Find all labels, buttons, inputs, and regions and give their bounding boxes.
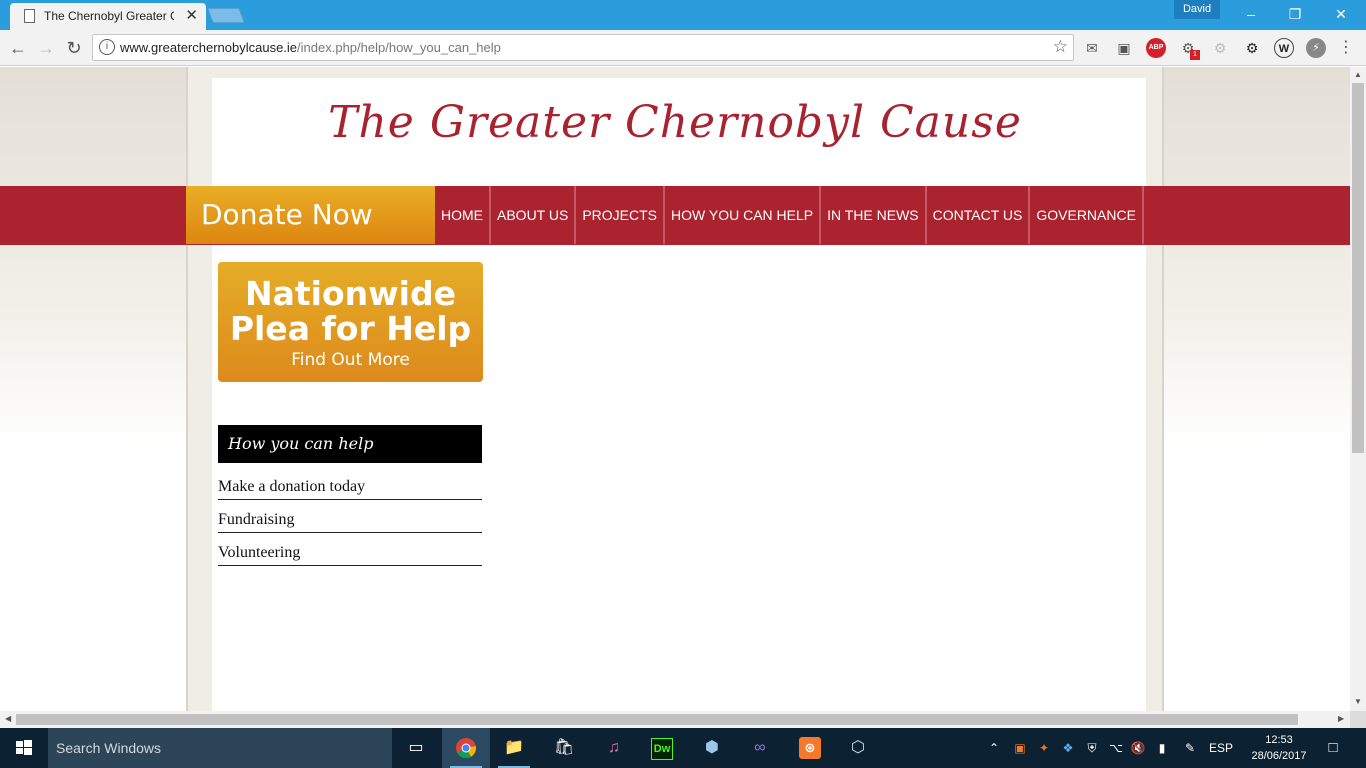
nav-contact-us[interactable]: CONTACT US (924, 186, 1029, 244)
defender-tray-icon[interactable]: ⛨ (1082, 728, 1102, 768)
wordpress-icon[interactable]: W (1274, 38, 1294, 58)
browser-title-bar: The Chernobyl Greater C ✕ David – ❐ ✕ (0, 0, 1366, 30)
sidebar-heading: How you can help (218, 425, 482, 463)
volume-muted-icon[interactable]: 🔇 (1128, 728, 1148, 768)
chrome-logo-icon (456, 738, 477, 759)
clock-time: 12:53 (1265, 734, 1293, 746)
donate-now-button[interactable]: Donate Now (186, 186, 435, 244)
dreamweaver-icon[interactable]: Dw (638, 728, 686, 768)
plea-line-1: Nationwide (245, 274, 456, 313)
visual-studio-icon[interactable]: ∞ (736, 728, 784, 768)
donate-now-label: Donate Now (201, 198, 373, 231)
page-viewport: The Greater Chernobyl Cause Donate Now H… (0, 67, 1350, 711)
xampp-icon[interactable]: ⊛ (786, 728, 834, 768)
chrome-taskbar-icon[interactable] (442, 728, 490, 768)
package-icon[interactable]: ⬡ (834, 728, 882, 768)
minimize-button[interactable]: – (1228, 0, 1274, 28)
nav-in-the-news[interactable]: IN THE NEWS (819, 186, 925, 244)
nav-projects[interactable]: PROJECTS (574, 186, 663, 244)
close-window-button[interactable]: ✕ (1318, 0, 1364, 28)
windows-taskbar: Search Windows ▭ 📁 🛍 ♫ Dw ⬢ ∞ ⊛ ⬡ ⌃ ▣ ✦ … (0, 728, 1366, 768)
restore-button[interactable]: ❐ (1272, 0, 1318, 28)
find-out-more-link[interactable]: Find Out More (218, 350, 483, 370)
file-explorer-icon[interactable]: 📁 (490, 728, 538, 768)
input-language[interactable]: ESP (1206, 728, 1236, 768)
avast-tray-icon[interactable]: ✦ (1034, 728, 1054, 768)
sidebar-heading-text: How you can help (228, 434, 374, 453)
url-text[interactable]: www.greaterchernobylcause.ie/index.php/h… (120, 40, 501, 55)
browser-toolbar: ← → ↻ i www.greaterchernobylcause.ie/ind… (0, 30, 1366, 66)
bookmark-star-icon[interactable]: ☆ (1053, 37, 1068, 57)
content-area (212, 78, 1146, 711)
wifi-tray-icon[interactable]: ⌥ (1106, 728, 1126, 768)
tab-close-icon[interactable]: ✕ (185, 6, 198, 24)
store-icon[interactable]: 🛍 (540, 728, 588, 768)
vertical-scrollbar[interactable]: ▲ ▼ (1350, 67, 1366, 711)
virtualbox-cube-icon[interactable]: ⬢ (688, 728, 736, 768)
horizontal-scrollbar[interactable]: ◀ ▶ (0, 711, 1350, 728)
scroll-left-arrow-icon[interactable]: ◀ (5, 714, 11, 723)
battery-icon[interactable]: ▮ (1152, 728, 1172, 768)
reload-icon[interactable]: ↻ (62, 36, 86, 60)
link-volunteering[interactable]: Volunteering (218, 544, 482, 566)
horizontal-scroll-thumb[interactable] (16, 714, 1298, 725)
search-placeholder: Search Windows (56, 740, 162, 756)
adblock-icon[interactable]: ABP (1146, 38, 1166, 58)
tab-title: The Chernobyl Greater C (44, 9, 174, 23)
scroll-up-arrow-icon[interactable]: ▲ (1354, 70, 1362, 79)
site-title: The Greater Chernobyl Cause (328, 97, 1022, 148)
address-bar[interactable]: i www.greaterchernobylcause.ie/index.php… (92, 34, 1074, 61)
bolt-extension-icon[interactable]: ⚡ (1306, 38, 1326, 58)
mail-extension-icon[interactable]: ✉ (1082, 38, 1102, 58)
scroll-right-arrow-icon[interactable]: ▶ (1338, 714, 1344, 723)
xampp-tray-icon[interactable]: ▣ (1010, 728, 1030, 768)
nav-how-you-can-help[interactable]: HOW YOU CAN HELP (663, 186, 819, 244)
forward-icon[interactable]: → (34, 36, 58, 60)
back-icon[interactable]: ← (6, 36, 30, 60)
nav-home[interactable]: HOME (435, 186, 489, 244)
taskbar-search[interactable]: Search Windows (48, 728, 392, 768)
page-icon (24, 9, 35, 23)
taskbar-clock[interactable]: 12:53 28/06/2017 (1244, 732, 1314, 764)
scroll-down-arrow-icon[interactable]: ▼ (1354, 697, 1362, 706)
browser-tab[interactable]: The Chernobyl Greater C ✕ (10, 3, 206, 30)
pen-tray-icon[interactable]: ✎ (1180, 728, 1200, 768)
nav-governance[interactable]: GOVERNANCE (1028, 186, 1144, 244)
task-view-icon[interactable]: ▭ (392, 728, 440, 768)
main-menu: HOME ABOUT US PROJECTS HOW YOU CAN HELP … (435, 186, 1144, 244)
page-container (186, 67, 1164, 711)
new-tab-button[interactable] (207, 8, 245, 23)
scrollbar-corner (1350, 711, 1366, 728)
plea-line-2: Plea for Help (229, 309, 472, 348)
extension-badge-icon[interactable]: ⚙ 1 (1178, 38, 1200, 60)
nationwide-plea-banner[interactable]: Nationwide Plea for Help Find Out More (218, 262, 483, 382)
site-info-icon[interactable]: i (99, 39, 115, 55)
clock-date: 28/06/2017 (1251, 750, 1307, 762)
profile-button[interactable]: David (1174, 0, 1220, 19)
itunes-icon[interactable]: ♫ (590, 728, 638, 768)
show-hidden-icons-chevron-icon[interactable]: ⌃ (986, 728, 1002, 768)
link-fundraising[interactable]: Fundraising (218, 511, 482, 533)
link-make-a-donation[interactable]: Make a donation today (218, 478, 482, 500)
gear-icon[interactable]: ⚙ (1242, 38, 1262, 58)
start-button[interactable] (0, 728, 48, 768)
nav-about-us[interactable]: ABOUT US (489, 186, 574, 244)
dropbox-tray-icon[interactable]: ❖ (1058, 728, 1078, 768)
vertical-scroll-thumb[interactable] (1352, 83, 1364, 453)
windows-logo-icon (16, 740, 32, 755)
menu-icon[interactable]: ⋮ (1336, 38, 1356, 58)
settings-extension-icon[interactable]: ⚙ (1210, 38, 1230, 58)
notifications-icon[interactable]: □ (1320, 728, 1346, 768)
cube-extension-icon[interactable]: ▣ (1114, 38, 1134, 58)
